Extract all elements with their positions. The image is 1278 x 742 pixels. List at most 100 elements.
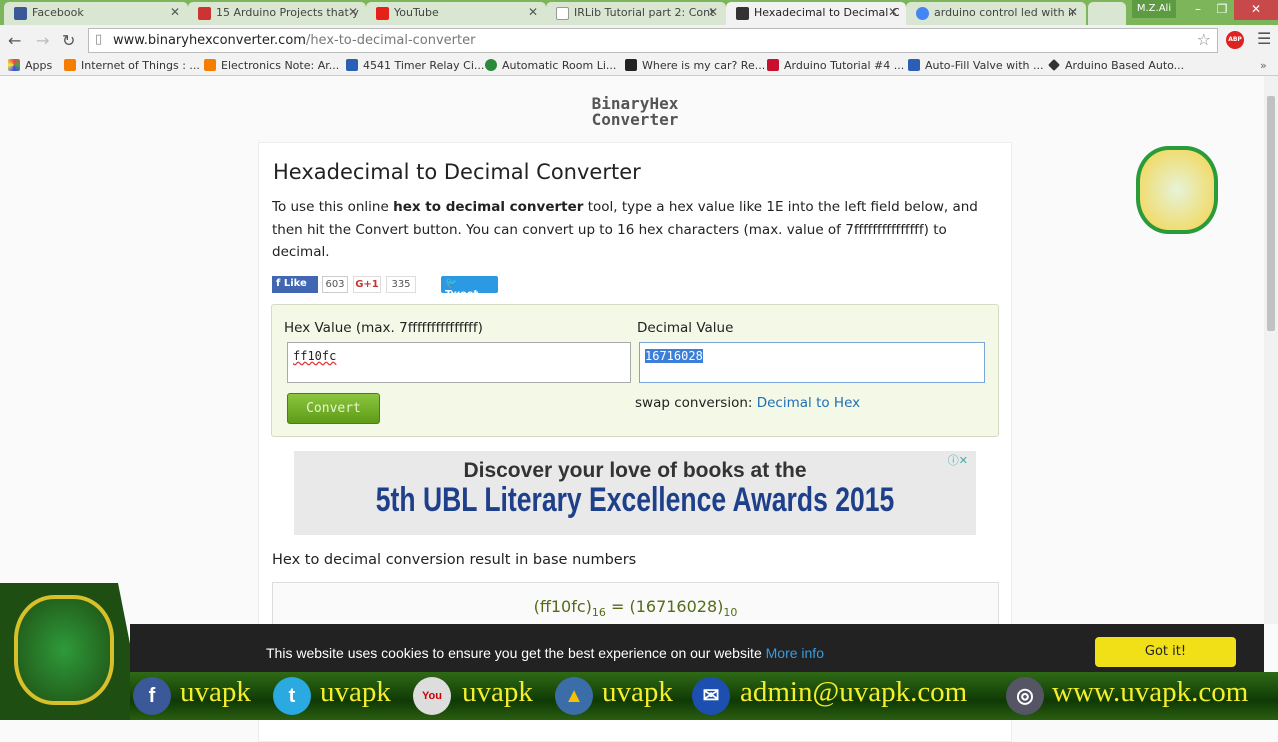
swap-conversion: swap conversion: Decimal to Hex (635, 395, 860, 411)
result-heading: Hex to decimal conversion result in base… (272, 552, 637, 568)
equals: = (605, 597, 630, 616)
pi-icon (767, 59, 779, 71)
band-text: uvapk (602, 676, 673, 708)
cookie-message: This website uses cookies to ensure you … (266, 645, 766, 661)
tab-bar: Facebook ✕ 15 Arduino Projects that y ✕ Yo… (0, 0, 1278, 25)
close-icon[interactable]: ✕ (528, 5, 538, 19)
convert-button[interactable]: Convert (287, 393, 380, 424)
forward-button[interactable]: → (36, 31, 49, 50)
bookmark-label: Apps (25, 59, 53, 72)
ad-line1: Discover your love of books at the (463, 459, 807, 482)
hex-input[interactable]: ff10fc (287, 342, 631, 383)
contact-band: f uvapk t uvapk You uvapk ▲ uvapk ✉ admin@uva… (0, 672, 1278, 720)
adblock-icon[interactable]: ABP (1226, 31, 1244, 49)
tab-title: IRLib Tutorial part 2: Cont (574, 6, 715, 19)
close-icon[interactable]: ✕ (170, 5, 180, 19)
close-icon[interactable]: ✕ (888, 5, 898, 19)
got-it-button[interactable]: Got it! (1095, 637, 1236, 667)
blogger-icon (64, 59, 76, 71)
decimal-value: 16716028 (645, 349, 703, 363)
tab-title: Facebook (32, 6, 84, 19)
ad-close-icon[interactable]: ⓘ✕ (948, 452, 968, 468)
reload-button[interactable]: ↻ (62, 31, 75, 50)
intro-text: To use this online hex to decimal conver… (272, 196, 992, 264)
decimal-output[interactable]: 16716028 (639, 342, 985, 383)
like-count: 603 (322, 276, 348, 293)
profile-button[interactable]: M.Z.Ali (1132, 0, 1176, 18)
email-icon: ✉ (692, 677, 730, 715)
tab-irlib[interactable]: IRLib Tutorial part 2: Cont ✕ (546, 2, 726, 25)
band-text: admin@uvapk.com (740, 676, 968, 708)
hex-value: ff10fc (293, 349, 337, 363)
page-icon (556, 7, 569, 20)
star-icon[interactable]: ☆ (1197, 30, 1211, 49)
tab-hex-to-decimal[interactable]: Hexadecimal to Decimal C ✕ (726, 2, 906, 25)
twitter-icon: t (273, 677, 311, 715)
apps-icon (8, 59, 20, 71)
tweet-button[interactable]: 🐦 Tweet (441, 276, 498, 300)
maximize-button[interactable]: ❐ (1208, 0, 1236, 20)
google-icon (916, 7, 929, 20)
more-info-link[interactable]: More info (766, 645, 824, 661)
close-icon[interactable]: ✕ (708, 5, 718, 19)
bookmark-item[interactable]: Electronics Note: Ar... (204, 59, 339, 72)
cookie-banner: This website uses cookies to ensure you … (130, 624, 1264, 672)
close-icon[interactable]: ✕ (1068, 5, 1078, 19)
scrollbar-thumb[interactable] (1267, 96, 1275, 331)
bookmark-label: Internet of Things : ... (81, 59, 200, 72)
site-icon (625, 59, 637, 71)
bookmark-item[interactable]: Internet of Things : ... (64, 59, 200, 72)
site-icon (908, 59, 920, 71)
site-icon (198, 7, 211, 20)
bookmarks-bar: Apps Internet of Things : ... Electronic… (0, 56, 1278, 76)
academy-emblem (1136, 146, 1218, 234)
close-icon[interactable]: ✕ (348, 5, 358, 19)
tab-youtube[interactable]: YouTube ✕ (366, 2, 546, 25)
bookmark-label: 4541 Timer Relay Ci... (363, 59, 485, 72)
decimal-label: Decimal Value (637, 320, 734, 336)
bookmark-item[interactable]: Auto-Fill Valve with ... (908, 59, 1043, 72)
menu-icon[interactable]: ☰ (1257, 29, 1271, 48)
ad-banner[interactable]: Discover your love of books at the 5th U… (294, 451, 976, 535)
hex-label: Hex Value (max. 7fffffffffffffff) (284, 320, 483, 336)
facebook-icon: f (133, 677, 171, 715)
address-bar[interactable]: ▯ www.binaryhexconverter.com/hex-to-decim… (88, 28, 1218, 53)
tab-title: YouTube (394, 6, 439, 19)
bookmark-label: Arduino Based Auto... (1065, 59, 1185, 72)
facebook-like-button[interactable]: f Like (272, 276, 318, 293)
decimal-to-hex-link[interactable]: Decimal to Hex (757, 395, 860, 411)
bookmark-label: Arduino Tutorial #4 ... (784, 59, 905, 72)
bookmark-label: Auto-Fill Valve with ... (925, 59, 1044, 72)
bookmark-item[interactable]: Arduino Tutorial #4 ... (767, 59, 904, 72)
site-logo[interactable]: BinaryHex Converter (560, 96, 710, 128)
facebook-icon (14, 7, 27, 20)
band-text: uvapk (462, 676, 533, 708)
close-window-button[interactable]: ✕ (1234, 0, 1278, 20)
bookmark-label: Electronics Note: Ar... (221, 59, 340, 72)
tab-google[interactable]: arduino control led with ir ✕ (906, 2, 1086, 25)
back-button[interactable]: ← (8, 31, 21, 50)
bookmark-item[interactable]: Where is my car? Re... (625, 59, 765, 72)
toolbar: ← → ↻ ▯ www.binaryhexconverter.com/hex-to… (0, 25, 1278, 56)
band-text: uvapk (320, 676, 391, 708)
swap-label: swap conversion: (635, 395, 757, 411)
cookie-text: This website uses cookies to ensure you … (266, 645, 824, 661)
bookmark-item[interactable]: 4541 Timer Relay Ci... (346, 59, 484, 72)
google-plus-button[interactable]: G+1 (353, 276, 381, 293)
gplus-count: 335 (386, 276, 416, 293)
bookmark-item[interactable]: Arduino Based Auto... (1048, 59, 1184, 72)
band-text: uvapk (180, 676, 251, 708)
tab-title: arduino control led with ir (934, 6, 1076, 19)
academy-icon: ▲ (555, 677, 593, 715)
more-bookmarks-icon[interactable]: » (1260, 59, 1267, 72)
like-label: Like (283, 278, 307, 289)
tab-facebook[interactable]: Facebook ✕ (4, 2, 188, 25)
bookmark-apps[interactable]: Apps (8, 59, 52, 72)
scrollbar[interactable] (1264, 76, 1278, 624)
site-icon (736, 7, 749, 20)
youtube-icon: You (413, 677, 451, 715)
bookmark-item[interactable]: Automatic Room Li... (485, 59, 616, 72)
bookmark-label: Automatic Room Li... (502, 59, 617, 72)
new-tab-button[interactable] (1088, 2, 1126, 25)
tab-arduino-projects[interactable]: 15 Arduino Projects that y ✕ (188, 2, 366, 25)
